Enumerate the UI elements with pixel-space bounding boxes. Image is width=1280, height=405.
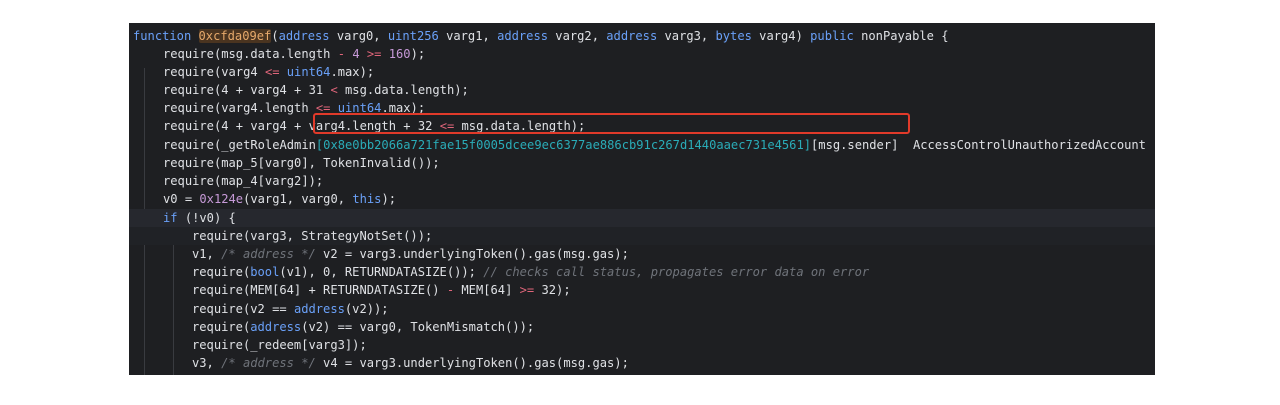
- code-editor[interactable]: function 0xcfda09ef(address varg0, uint2…: [129, 23, 1155, 375]
- code-line-15: require(MEM[64] + RETURNDATASIZE() - MEM…: [192, 283, 571, 297]
- role-hash: [0x8e0bb2066a721fae15f0005dcee9ec6377ae8…: [315, 138, 812, 152]
- code-line-17: require(address(v2) == varg0, TokenMisma…: [192, 320, 535, 334]
- code-line-4: require(4 + varg4 + 31 < msg.data.length…: [163, 83, 469, 97]
- code-line-18: require(_redeem[varg3]);: [192, 338, 367, 352]
- code-line-11: if (!v0) {: [129, 209, 1155, 228]
- code-line-14: require(bool(v1), 0, RETURNDATASIZE()); …: [192, 265, 870, 279]
- code-line-13: v1, /* address */ v2 = varg3.underlyingT…: [192, 247, 629, 261]
- code-line-2: require(msg.data.length - 4 >= 160);: [163, 47, 426, 61]
- highlight-box: [313, 113, 910, 134]
- code-line-8: require(map_5[varg0], TokenInvalid());: [163, 156, 440, 170]
- code-line-19: v3, /* address */ v4 = varg3.underlyingT…: [192, 356, 629, 370]
- code-line-12: require(varg3, StrategyNotSet());: [129, 227, 1155, 246]
- code-line-3: require(varg4 <= uint64.max);: [163, 65, 375, 79]
- code-line-16: require(v2 == address(v2));: [192, 302, 389, 316]
- code-line-9: require(map_4[varg2]);: [163, 174, 324, 188]
- indent-guide: [173, 231, 174, 375]
- code-line-1: function 0xcfda09ef(address varg0, uint2…: [133, 29, 949, 43]
- code-line-10: v0 = 0x124e(varg1, varg0, this);: [163, 192, 396, 206]
- code-line-7: require(_getRoleAdmin[0x8e0bb2066a721fae…: [163, 138, 1146, 152]
